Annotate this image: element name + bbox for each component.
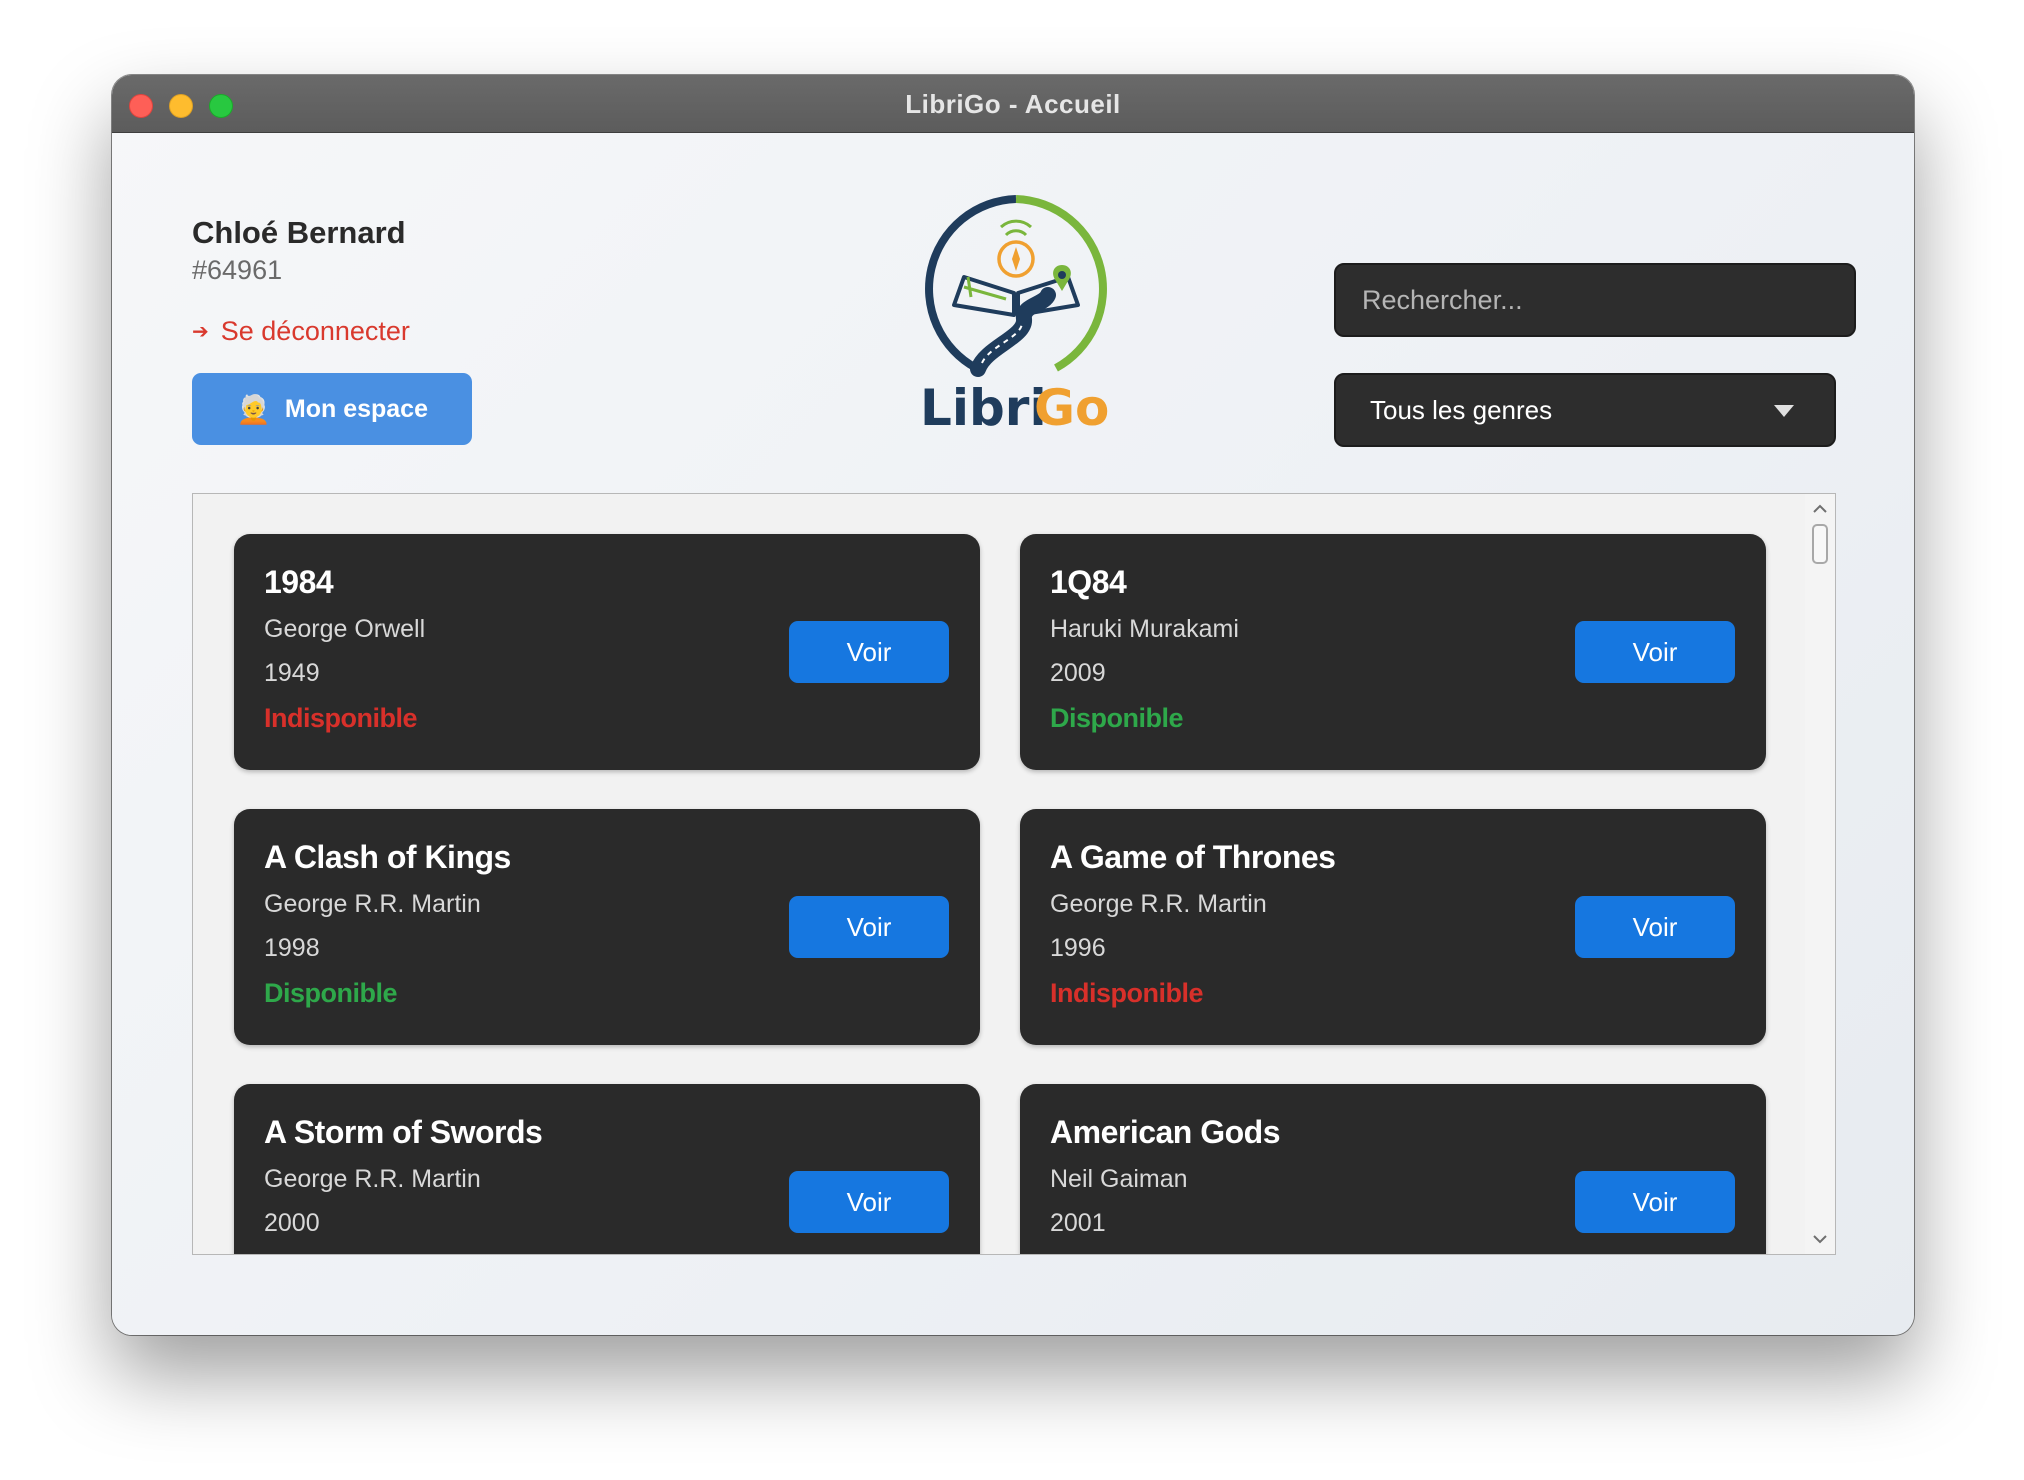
book-card: A Game of Thrones George R.R. Martin 199… <box>1020 809 1766 1045</box>
book-card: 1984 George Orwell 1949 Indisponible Voi… <box>234 534 980 770</box>
user-id: #64961 <box>192 255 283 285</box>
view-book-button[interactable]: Voir <box>1575 1171 1735 1233</box>
book-year: 2000 <box>264 1209 320 1237</box>
window-title: LibriGo - Accueil <box>905 89 1121 119</box>
location-pin-dot <box>1058 271 1066 279</box>
logout-link[interactable]: ➔ Se déconnecter <box>192 316 410 347</box>
book-year: 1998 <box>264 934 320 962</box>
book-year: 2009 <box>1050 659 1106 687</box>
book-card: 1Q84 Haruki Murakami 2009 Disponible Voi… <box>1020 534 1766 770</box>
logout-label: Se déconnecter <box>220 316 410 346</box>
book-author: George Orwell <box>264 615 426 643</box>
app-window: LibriGo - Accueil Chloé Bernard #64961 ➔… <box>112 75 1914 1335</box>
book-title: A Game of Thrones <box>1050 839 1336 875</box>
book-year: 2001 <box>1050 1209 1106 1237</box>
book-card: American Gods Neil Gaiman 2001 Voir <box>1020 1084 1766 1254</box>
librigo-logo: Libri Go <box>920 195 1109 437</box>
book-author: George R.R. Martin <box>264 890 481 918</box>
chevron-up-icon <box>1813 504 1827 513</box>
book-author: George R.R. Martin <box>1050 890 1267 918</box>
logo-text-libri: Libri <box>920 379 1047 437</box>
book-list[interactable]: 1984 George Orwell 1949 Indisponible Voi… <box>192 493 1836 1255</box>
genre-select-value: Tous les genres <box>1370 394 1553 425</box>
logo-signal-outer <box>999 219 1033 229</box>
book-status: Indisponible <box>1050 978 1204 1008</box>
arrow-right-icon: ➔ <box>192 321 209 343</box>
book-card: A Storm of Swords George R.R. Martin 200… <box>234 1084 980 1254</box>
logo-book-left <box>952 275 1016 317</box>
book-year: 1949 <box>264 659 320 687</box>
search-input[interactable] <box>1334 263 1856 337</box>
book-status: Disponible <box>1050 703 1184 733</box>
person-icon: 🧑‍🦳 <box>236 393 271 425</box>
book-author: Neil Gaiman <box>1050 1165 1188 1193</box>
book-status: Indisponible <box>264 703 418 733</box>
book-card: A Clash of Kings George R.R. Martin 1998… <box>234 809 980 1045</box>
genre-select[interactable]: Tous les genres <box>1334 373 1836 447</box>
book-title: 1984 <box>264 564 334 600</box>
view-book-button[interactable]: Voir <box>789 621 949 683</box>
my-space-button[interactable]: 🧑‍🦳 Mon espace <box>192 373 472 445</box>
view-book-button[interactable]: Voir <box>1575 896 1735 958</box>
chevron-down-icon <box>1774 405 1794 417</box>
user-name: Chloé Bernard <box>192 215 406 250</box>
book-author: George R.R. Martin <box>264 1165 481 1193</box>
logo-signal-inner <box>1004 229 1028 237</box>
book-title: American Gods <box>1050 1114 1281 1150</box>
scroll-up-button[interactable] <box>1805 498 1835 520</box>
compass-needle-icon <box>1012 247 1020 271</box>
title-bar: LibriGo - Accueil <box>112 75 1914 133</box>
my-space-label: Mon espace <box>284 394 428 423</box>
book-title: A Storm of Swords <box>264 1114 543 1150</box>
book-status: Disponible <box>264 978 398 1008</box>
scroll-thumb[interactable] <box>1812 524 1828 564</box>
chevron-down-icon <box>1813 1235 1827 1244</box>
book-author: Haruki Murakami <box>1050 615 1239 643</box>
view-book-button[interactable]: Voir <box>789 1171 949 1233</box>
view-book-button[interactable]: Voir <box>789 896 949 958</box>
logo-text-go: Go <box>1034 379 1109 437</box>
book-year: 1996 <box>1050 934 1106 962</box>
vertical-scrollbar[interactable] <box>1805 494 1835 1254</box>
view-book-button[interactable]: Voir <box>1575 621 1735 683</box>
book-title: A Clash of Kings <box>264 839 511 875</box>
scroll-down-button[interactable] <box>1805 1228 1835 1250</box>
book-title: 1Q84 <box>1050 564 1127 600</box>
